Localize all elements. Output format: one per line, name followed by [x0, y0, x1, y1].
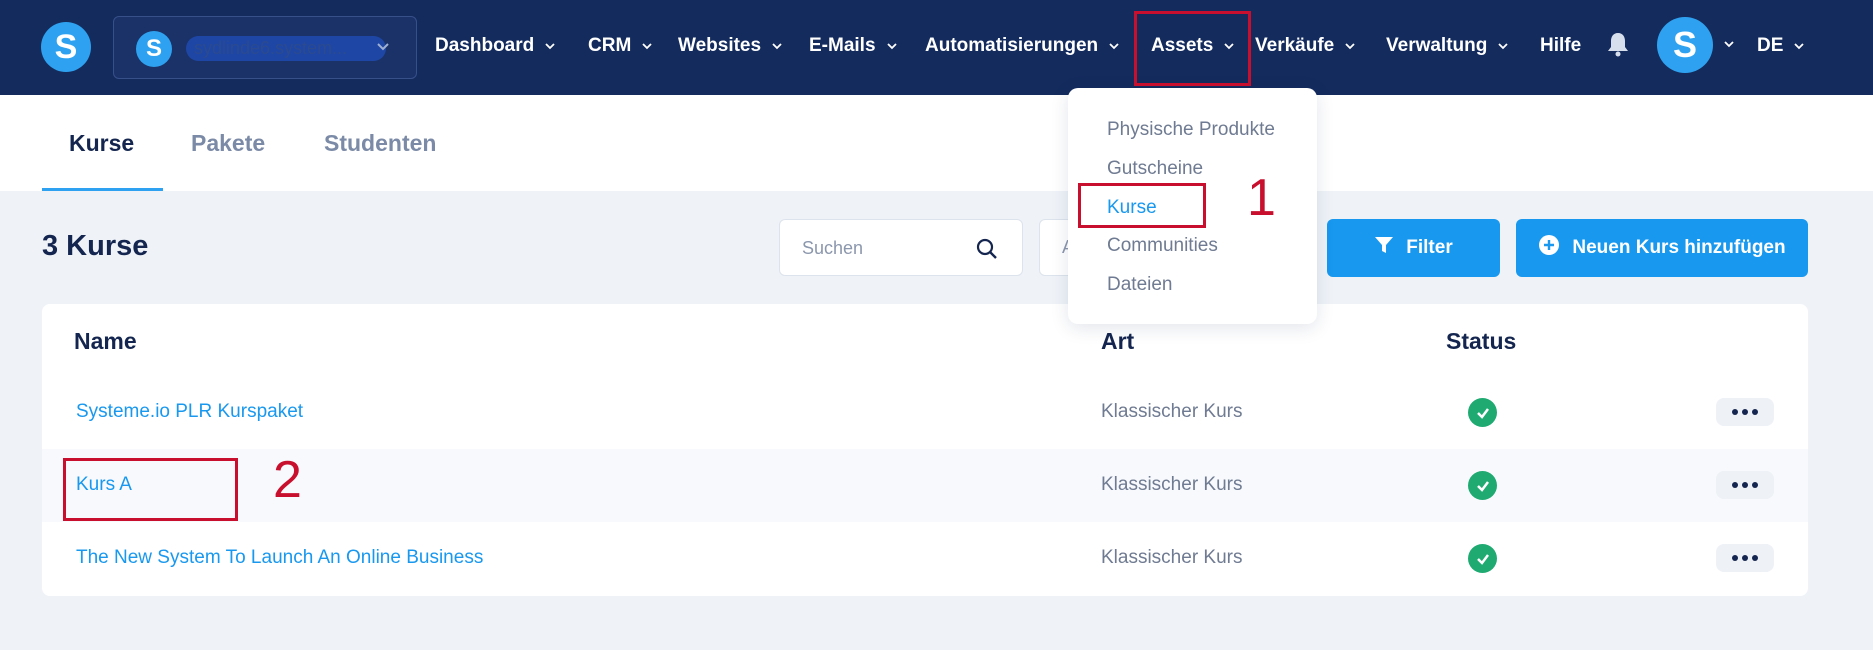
chevron-down-icon: [376, 39, 389, 51]
nav-item-websites[interactable]: Websites: [678, 31, 783, 61]
status-check-icon: [1468, 398, 1497, 427]
nav-item-label: Websites: [678, 35, 762, 56]
search-box: [779, 219, 1023, 276]
chevron-down-icon: [1497, 40, 1509, 52]
chevron-down-icon: [544, 40, 556, 52]
nav-item-emails[interactable]: E-Mails: [809, 31, 898, 61]
add-course-button-label: Neuen Kurs hinzufügen: [1572, 237, 1786, 258]
page-title: 3 Kurse: [42, 230, 149, 262]
nav-item-verkaeufe[interactable]: Verkäufe: [1255, 31, 1356, 61]
status-check-icon: [1468, 471, 1497, 500]
table-row: Systeme.io PLR Kurspaket Klassischer Kur…: [42, 376, 1808, 449]
language-label: DE: [1757, 35, 1784, 56]
nav-item-label: Verkäufe: [1255, 35, 1335, 56]
chevron-down-icon: [1108, 40, 1120, 52]
search-icon[interactable]: [976, 238, 998, 265]
nav-item-verwaltung[interactable]: Verwaltung: [1386, 31, 1509, 61]
table-row: Kurs A Klassischer Kurs: [42, 449, 1808, 522]
column-header-type[interactable]: Art: [1101, 328, 1134, 355]
row-more-menu-icon[interactable]: [1716, 398, 1774, 426]
chevron-down-icon: [641, 40, 653, 52]
filter-icon: [1374, 235, 1394, 261]
annotation-box-assets: [1134, 11, 1251, 86]
nav-item-crm[interactable]: CRM: [588, 31, 653, 61]
tab-studenten[interactable]: Studenten: [324, 130, 436, 157]
course-type: Klassischer Kurs: [1101, 547, 1243, 568]
user-avatar[interactable]: S: [1657, 17, 1713, 73]
nav-item-label: Automatisierungen: [925, 35, 1099, 56]
nav-item-hilfe[interactable]: Hilfe: [1540, 31, 1581, 61]
column-header-status[interactable]: Status: [1446, 328, 1516, 355]
column-header-name[interactable]: Name: [74, 328, 137, 355]
row-more-menu-icon[interactable]: [1716, 471, 1774, 499]
annotation-box-kurse-menu: [1078, 183, 1206, 228]
nav-item-label: Dashboard: [435, 35, 535, 56]
language-switcher[interactable]: DE: [1757, 31, 1805, 61]
chevron-down-icon[interactable]: [1723, 38, 1735, 50]
tab-kurse[interactable]: Kurse: [69, 130, 134, 157]
course-tabs: Kurse Pakete Studenten: [0, 95, 1873, 191]
annotation-step-2: 2: [273, 451, 302, 509]
nav-item-label: E-Mails: [809, 35, 876, 56]
notification-bell-icon[interactable]: [1606, 31, 1630, 57]
menu-item-gutscheine[interactable]: Gutscheine: [1107, 158, 1203, 180]
nav-item-label: Hilfe: [1540, 35, 1582, 56]
menu-item-dateien[interactable]: Dateien: [1107, 274, 1173, 296]
account-switcher[interactable]: S sydlinde6.system...: [113, 16, 417, 79]
top-navigation-bar: S S sydlinde6.system... Dashboard CRM We…: [0, 0, 1873, 95]
active-tab-indicator: [42, 188, 163, 191]
course-name-link[interactable]: Systeme.io PLR Kurspaket: [76, 401, 303, 423]
search-input[interactable]: [802, 236, 972, 260]
menu-item-communities[interactable]: Communities: [1107, 235, 1218, 257]
row-more-menu-icon[interactable]: [1716, 544, 1774, 572]
nav-item-automatisierungen[interactable]: Automatisierungen: [925, 31, 1120, 61]
account-avatar: S: [136, 31, 172, 67]
add-course-button[interactable]: Neuen Kurs hinzufügen: [1516, 219, 1808, 277]
nav-item-label: CRM: [588, 35, 632, 56]
annotation-box-kurs-a: [63, 458, 238, 521]
chevron-down-icon: [886, 40, 898, 52]
systeme-logo-icon[interactable]: S: [41, 22, 91, 72]
tab-pakete[interactable]: Pakete: [191, 130, 265, 157]
chevron-down-icon: [1344, 40, 1356, 52]
menu-item-physische-produkte[interactable]: Physische Produkte: [1107, 119, 1275, 141]
chevron-down-icon: [1793, 40, 1805, 52]
status-check-icon: [1468, 544, 1497, 573]
table-row: The New System To Launch An Online Busin…: [42, 522, 1808, 595]
courses-table: Name Art Status Systeme.io PLR Kurspaket…: [42, 304, 1808, 596]
plus-circle-icon: [1538, 234, 1560, 262]
course-type: Klassischer Kurs: [1101, 474, 1243, 495]
course-type: Klassischer Kurs: [1101, 401, 1243, 422]
filter-button[interactable]: Filter: [1327, 219, 1500, 277]
nav-item-label: Verwaltung: [1386, 35, 1488, 56]
annotation-step-1: 1: [1247, 169, 1276, 227]
filter-button-label: Filter: [1406, 237, 1453, 258]
chevron-down-icon: [771, 40, 783, 52]
course-name-link[interactable]: The New System To Launch An Online Busin…: [76, 547, 483, 569]
account-name: sydlinde6.system...: [186, 36, 386, 61]
nav-item-dashboard[interactable]: Dashboard: [435, 31, 556, 61]
